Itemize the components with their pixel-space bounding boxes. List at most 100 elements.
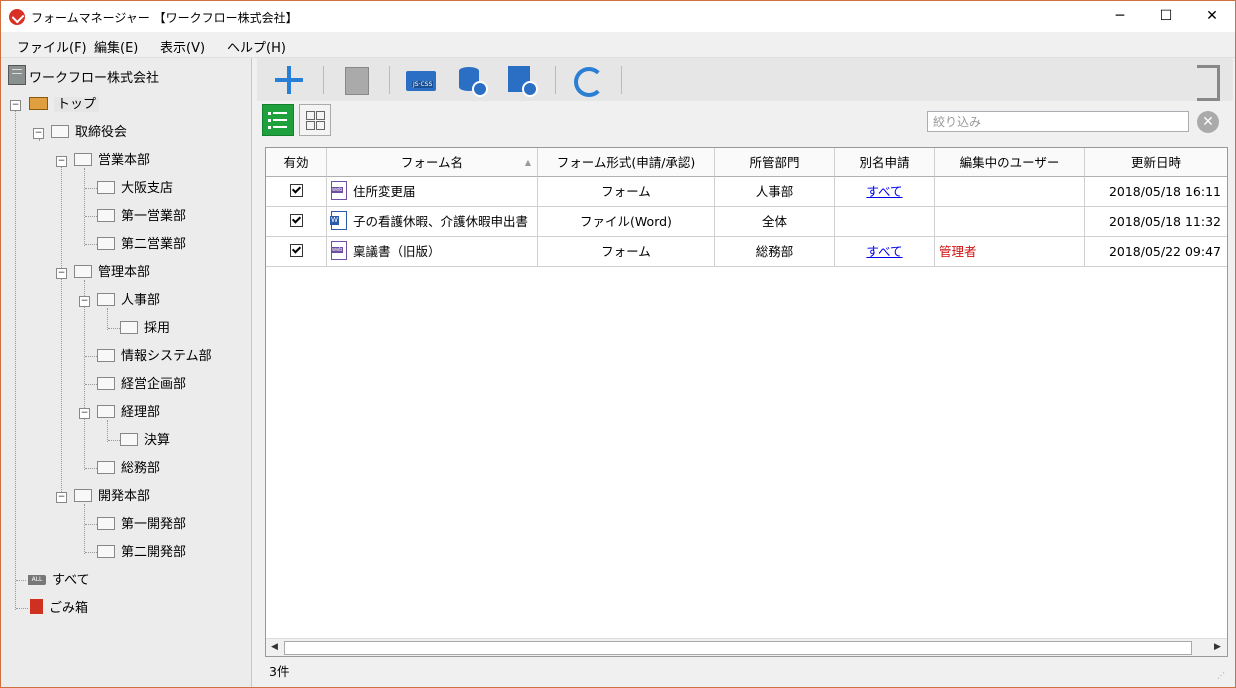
js-css-button[interactable]: JS·CSS — [404, 63, 438, 97]
table-row-updated: 2018/05/18 16:11 — [1085, 177, 1227, 207]
refresh-icon — [574, 67, 604, 97]
folder-open-icon — [29, 97, 48, 110]
menu-file[interactable]: ファイル(F) — [17, 37, 87, 56]
tree-node[interactable]: 経理部 — [97, 402, 160, 424]
list-view-icon-part — [268, 119, 271, 122]
tree-node-label: 取締役会 — [75, 125, 128, 140]
tree-line — [61, 166, 62, 498]
scroll-thumb[interactable] — [284, 641, 1192, 655]
clear-filter-icon[interactable]: ✕ — [1197, 111, 1219, 133]
folder-icon — [97, 237, 115, 250]
minimize-button[interactable]: ─ — [1097, 1, 1143, 32]
enabled-checkbox[interactable] — [289, 184, 303, 197]
close-button[interactable]: ✕ — [1189, 1, 1235, 32]
table-row-name[interactable]: 稟議書（旧版） — [327, 237, 538, 267]
tree-node-label: 総務部 — [121, 461, 161, 476]
tree-line — [15, 108, 16, 610]
user-settings-button[interactable] — [504, 63, 538, 97]
tree-node[interactable]: 総務部 — [97, 458, 160, 480]
tree-expander[interactable]: − — [79, 296, 90, 307]
tree-node[interactable]: 情報システム部 — [97, 346, 212, 368]
organization-tree: ワークフロー株式会社 − − − − − − − トップ 取締役会 営業本部 大… — [1, 58, 252, 687]
company-icon — [8, 65, 26, 85]
record-count: 3件 — [269, 664, 290, 679]
resize-grip-icon[interactable]: ⋰ — [1217, 671, 1227, 681]
form-name: 子の看護休暇、介護休暇申出書 — [353, 214, 529, 229]
tree-node[interactable]: 取締役会 — [51, 122, 127, 144]
table-row-name[interactable]: 住所変更届 — [327, 177, 538, 207]
database-settings-button[interactable] — [454, 63, 488, 97]
form-name: 住所変更届 — [353, 184, 416, 199]
column-header-form-name[interactable]: フォーム名 ▲ — [327, 148, 538, 177]
tree-line — [85, 384, 97, 385]
web-form-icon — [331, 181, 347, 200]
tree-expander[interactable]: − — [79, 408, 90, 419]
tree-node-label: 第一営業部 — [121, 209, 187, 224]
column-header-editing-user[interactable]: 編集中のユーザー — [935, 148, 1085, 177]
exit-icon — [1197, 65, 1220, 101]
tree-expander[interactable]: − — [33, 128, 44, 139]
enabled-checkbox[interactable] — [289, 214, 303, 227]
scroll-right-icon[interactable]: ▶ — [1209, 639, 1226, 656]
table-row-name[interactable]: 子の看護休暇、介護休暇申出書 — [327, 207, 538, 237]
tree-node[interactable]: 第一開発部 — [97, 514, 186, 536]
toolbar-separator — [621, 66, 622, 94]
tree-company-name[interactable]: ワークフロー株式会社 — [29, 67, 159, 86]
tree-line — [85, 552, 97, 553]
title-bar: フォームマネージャー 【ワークフロー株式会社】 ─ ☐ ✕ — [1, 1, 1235, 32]
add-icon-part — [287, 66, 291, 94]
tree-node[interactable]: 決算 — [120, 430, 170, 452]
copy-list-button[interactable] — [339, 63, 373, 97]
list-view-button[interactable] — [262, 104, 294, 136]
alias-link[interactable]: すべて — [866, 184, 902, 199]
folder-icon — [97, 517, 115, 530]
toolbar-separator — [555, 66, 556, 94]
grid-view-icon — [306, 111, 315, 120]
menu-bar: ファイル(F) 編集(E) 表示(V) ヘルプ(H) — [1, 32, 1235, 58]
tree-node[interactable]: 経営企画部 — [97, 374, 186, 396]
tree-node[interactable]: 第一営業部 — [97, 206, 186, 228]
menu-help[interactable]: ヘルプ(H) — [227, 37, 286, 56]
tree-node-top[interactable]: トップ — [29, 94, 100, 116]
alias-link[interactable]: すべて — [866, 244, 902, 259]
folder-icon — [97, 209, 115, 222]
tree-node-label: 第一開発部 — [121, 517, 187, 532]
tree-line — [85, 356, 97, 357]
tree-node[interactable]: 管理本部 — [74, 262, 150, 284]
table-row-enabled[interactable] — [266, 177, 327, 207]
grid-view-button[interactable] — [299, 104, 331, 136]
scroll-left-icon[interactable]: ◀ — [266, 639, 283, 656]
maximize-button[interactable]: ☐ — [1143, 1, 1189, 32]
tree-node[interactable]: 第二営業部 — [97, 234, 186, 256]
tree-node[interactable]: 第二開発部 — [97, 542, 186, 564]
column-header-dept[interactable]: 所管部門 — [715, 148, 835, 177]
tree-expander[interactable]: − — [56, 268, 67, 279]
exit-button[interactable] — [1187, 63, 1221, 101]
enabled-checkbox[interactable] — [289, 244, 303, 257]
column-header-alias[interactable]: 別名申請 — [835, 148, 935, 177]
table-row-dept: 人事部 — [715, 177, 835, 207]
menu-view[interactable]: 表示(V) — [160, 37, 205, 56]
column-header-format[interactable]: フォーム形式(申請/承認) — [538, 148, 715, 177]
tree-expander[interactable]: − — [56, 156, 67, 167]
tree-node[interactable]: 営業本部 — [74, 150, 150, 172]
tree-node[interactable]: 人事部 — [97, 290, 160, 312]
tree-node-trash[interactable]: ごみ箱 — [30, 598, 88, 620]
tree-expander[interactable]: − — [56, 492, 67, 503]
tree-node[interactable]: 大阪支店 — [97, 178, 173, 200]
horizontal-scrollbar[interactable]: ◀ ▶ — [266, 638, 1227, 656]
refresh-button[interactable] — [570, 63, 604, 97]
tree-node[interactable]: 採用 — [120, 318, 170, 340]
tree-node-all[interactable]: ALL すべて — [28, 570, 90, 592]
add-form-button[interactable] — [272, 63, 306, 97]
table-row-enabled[interactable] — [266, 237, 327, 267]
column-header-updated[interactable]: 更新日時 — [1085, 148, 1227, 177]
column-header-enabled[interactable]: 有効 — [266, 148, 327, 177]
menu-edit[interactable]: 編集(E) — [94, 37, 138, 56]
filter-input[interactable] — [927, 111, 1189, 132]
tree-node[interactable]: 開発本部 — [74, 486, 150, 508]
tree-expander[interactable]: − — [10, 100, 21, 111]
table-row-editing-user — [935, 177, 1085, 207]
table-row-enabled[interactable] — [266, 207, 327, 237]
tree-line — [85, 244, 97, 245]
